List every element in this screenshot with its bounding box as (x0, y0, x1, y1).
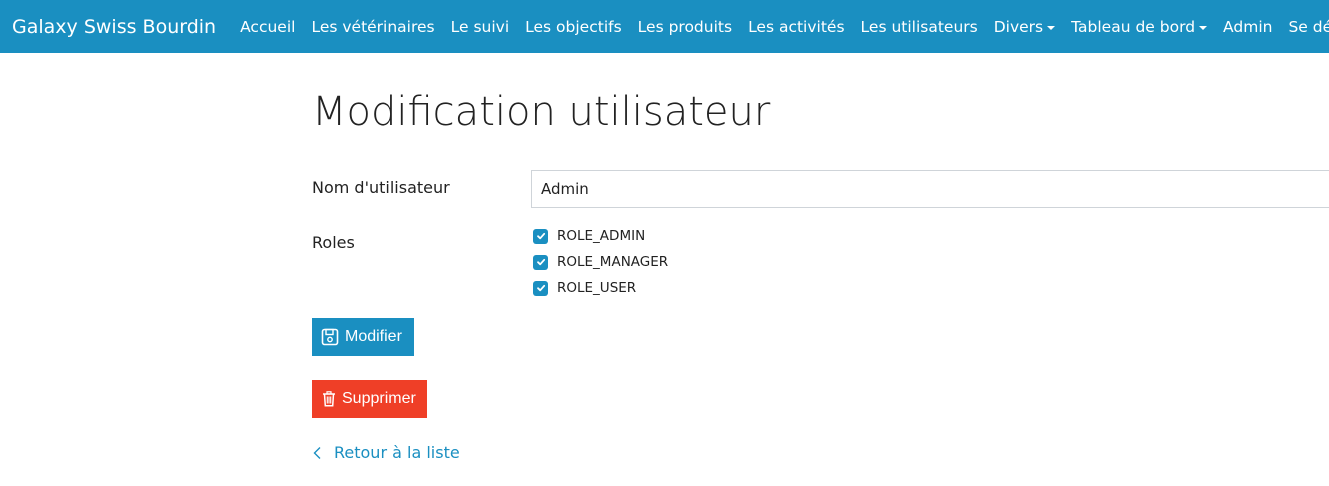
nav-label: Divers (993, 17, 1044, 36)
nav-item-activites[interactable]: Les activités (748, 18, 844, 36)
top-navbar: Galaxy Swiss Bourdin Accueil Les vétérin… (0, 0, 1329, 53)
nav-item-produits[interactable]: Les produits (638, 18, 732, 36)
nav-item-utilisateurs[interactable]: Les utilisateurs (861, 18, 978, 36)
nav-label: Tableau de bord (1071, 17, 1196, 36)
nav-label: Admin (1223, 17, 1273, 36)
checkbox-checked[interactable] (533, 254, 548, 270)
delete-button[interactable]: Supprimer (312, 380, 427, 418)
role-option-manager[interactable]: ROLE_MANAGER (533, 253, 668, 271)
nav-item-logout[interactable]: Se déconnecter (1288, 18, 1329, 36)
nav-dropdown-divers[interactable]: Divers (993, 17, 1056, 36)
nav-item-objectifs[interactable]: Les objectifs (525, 18, 622, 36)
modify-label: Modifier (345, 328, 402, 345)
nav-item-admin[interactable]: Admin (1223, 18, 1272, 36)
nav-label: Les produits (637, 17, 733, 36)
navbar-brand[interactable]: Galaxy Swiss Bourdin (12, 16, 216, 38)
role-option-user[interactable]: ROLE_USER (533, 279, 636, 297)
nav-item-suivi[interactable]: Le suivi (451, 18, 510, 36)
back-link-label: Retour à la liste (334, 443, 460, 462)
nav-label: Se déconnecter (1288, 17, 1329, 36)
modify-button[interactable]: Modifier (312, 318, 414, 356)
back-to-list-link[interactable]: Retour à la liste (312, 443, 460, 462)
checkmark-icon (536, 232, 545, 240)
trash-icon (323, 391, 335, 407)
nav-item-veterinaires[interactable]: Les vétérinaires (311, 18, 434, 36)
nav-label: Le suivi (450, 17, 510, 36)
page-title: Modification utilisateur (312, 89, 771, 135)
roles-label: Roles (312, 233, 355, 252)
checkbox-checked[interactable] (533, 228, 548, 244)
checkmark-icon (536, 284, 545, 292)
checkmark-icon (536, 258, 545, 266)
caret-down-icon (1047, 25, 1056, 30)
checkbox-checked[interactable] (533, 280, 548, 296)
nav-item-accueil[interactable]: Accueil (240, 18, 295, 36)
chevron-left-icon (313, 446, 321, 459)
nav-label: Accueil (240, 17, 296, 36)
nav-label: Les vétérinaires (311, 17, 435, 36)
save-icon (321, 328, 339, 346)
role-label: ROLE_MANAGER (557, 254, 669, 270)
role-label: ROLE_ADMIN (557, 228, 646, 244)
nav-dropdown-tableau-de-bord[interactable]: Tableau de bord (1071, 17, 1208, 36)
username-input[interactable] (531, 170, 1329, 208)
nav-label: Les utilisateurs (860, 17, 978, 36)
nav-label: Les activités (748, 17, 845, 36)
nav-label: Les objectifs (525, 17, 622, 36)
delete-label: Supprimer (342, 390, 416, 407)
role-label: ROLE_USER (557, 280, 637, 296)
username-label: Nom d'utilisateur (312, 178, 450, 197)
role-option-admin[interactable]: ROLE_ADMIN (533, 227, 645, 245)
caret-down-icon (1199, 25, 1208, 30)
